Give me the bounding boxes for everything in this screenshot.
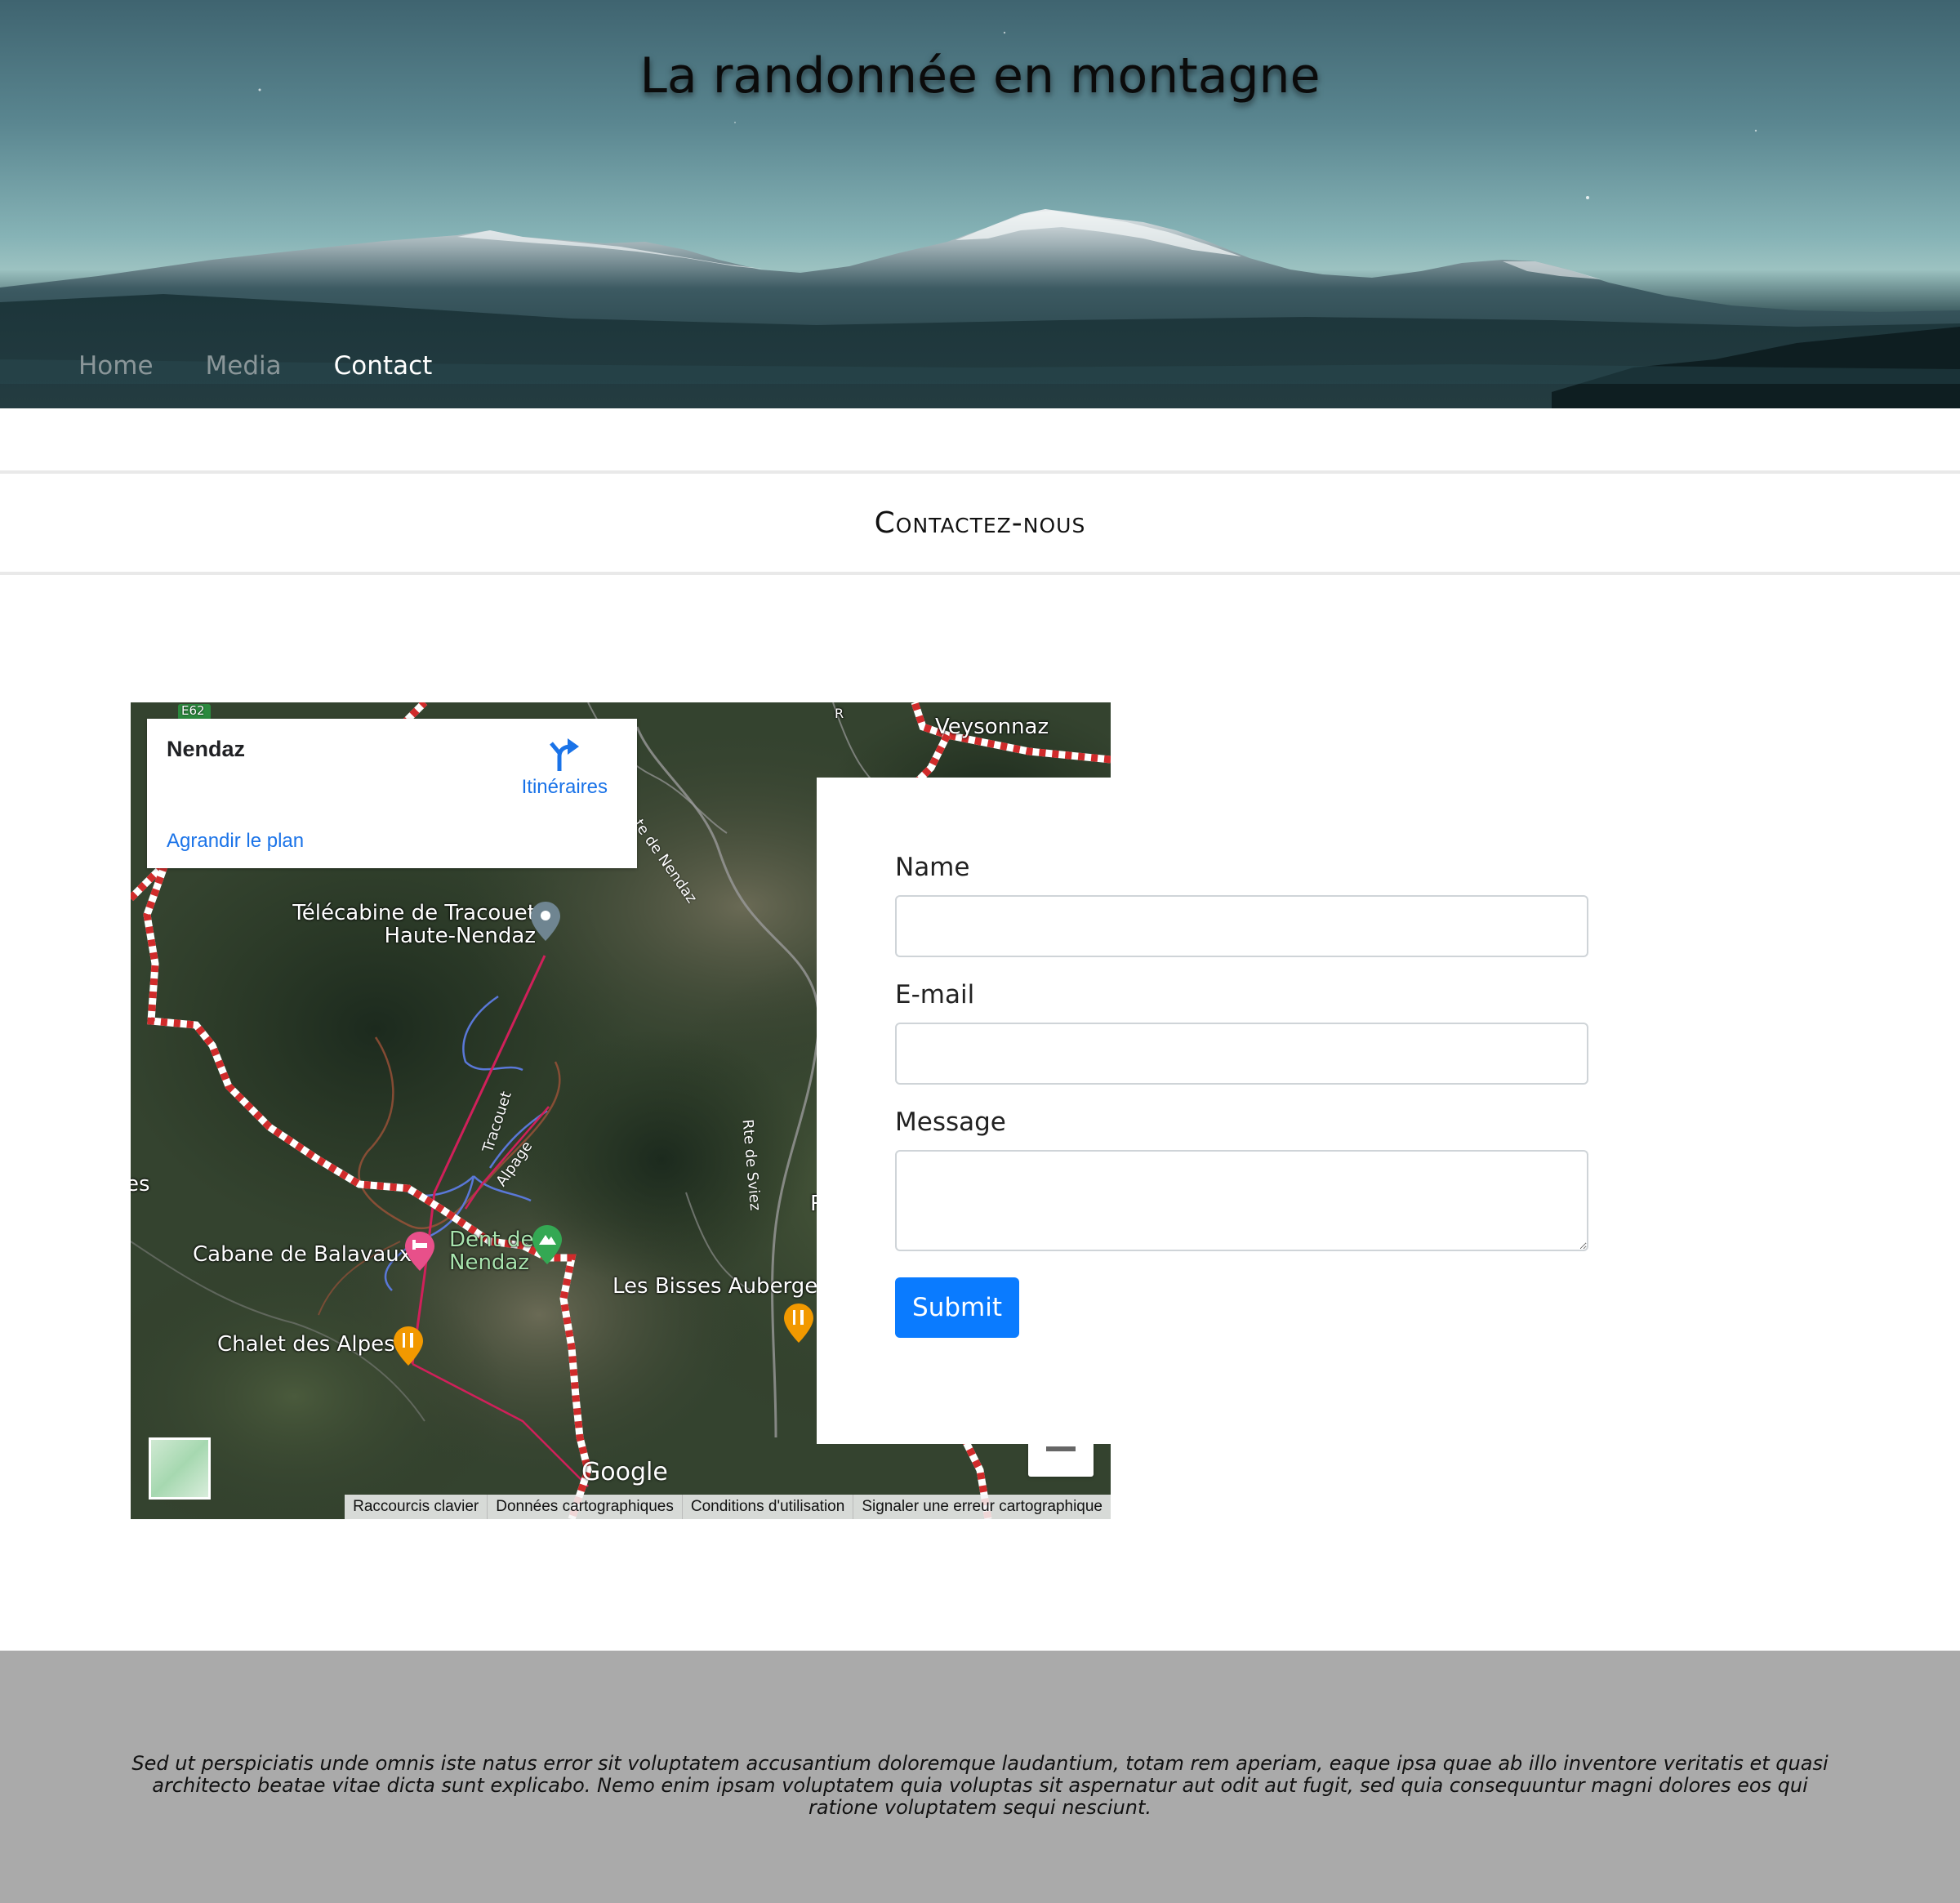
footer: Sed ut perspiciatis unde omnis iste natu… <box>0 1651 1960 1903</box>
directions-icon <box>550 738 580 771</box>
section-heading: Contactez-nous <box>874 506 1086 540</box>
location-pin-icon[interactable] <box>531 902 560 941</box>
place-telecabine: Télécabine de Tracouet Haute-Nendaz <box>286 902 536 947</box>
message-textarea[interactable] <box>895 1150 1588 1251</box>
terms-of-use-link[interactable]: Conditions d'utilisation <box>681 1495 853 1519</box>
place-bisses-auberge: Les Bisses Auberge <box>612 1274 818 1299</box>
place-dent-line1: Dent de <box>449 1228 534 1252</box>
place-cabane-balavaux: Cabane de Balavaux <box>193 1242 412 1267</box>
report-map-error-link[interactable]: Signaler une erreur cartographique <box>853 1495 1111 1519</box>
place-telecabine-line1: Télécabine de Tracouet <box>292 901 536 925</box>
keyboard-shortcuts-link[interactable]: Raccourcis clavier <box>345 1495 487 1519</box>
directions-button[interactable]: Itinéraires <box>522 737 608 799</box>
place-chalet-des-alpes: Chalet des Alpes <box>217 1332 395 1357</box>
restaurant-pin-icon[interactable] <box>784 1304 813 1343</box>
mountain-pin-icon[interactable] <box>532 1225 562 1264</box>
google-logo: Google <box>581 1458 668 1486</box>
place-veysonnaz: Veysonnaz <box>935 715 1049 739</box>
place-dent-line2: Nendaz <box>449 1250 530 1275</box>
map-layer-toggle[interactable] <box>149 1437 211 1500</box>
message-label: Message <box>895 1107 1006 1137</box>
road-label-e62: E62 <box>181 703 205 718</box>
map-info-card: Nendaz Itinéraires Agrandir le plan <box>147 719 637 868</box>
name-input[interactable] <box>895 895 1588 957</box>
nav-media[interactable]: Media <box>206 351 282 381</box>
restaurant-pin-icon[interactable] <box>394 1326 423 1366</box>
email-label: E-mail <box>895 980 975 1009</box>
place-dent-de-nendaz: Dent de Nendaz <box>449 1228 533 1274</box>
name-label: Name <box>895 853 970 882</box>
enlarge-map-link[interactable]: Agrandir le plan <box>167 830 304 853</box>
main-nav: Home Media Contact <box>78 351 432 381</box>
site-title: La randonnée en montagne <box>639 47 1321 105</box>
contact-form: Name E-mail Message Submit <box>817 778 1588 1444</box>
nav-home[interactable]: Home <box>78 351 154 381</box>
map-attribution-bar: Raccourcis clavier Données cartographiqu… <box>345 1495 1111 1519</box>
contact-heading-band: Contactez-nous <box>0 470 1960 575</box>
hero-banner: La randonnée en montagne Home Media Cont… <box>0 0 1960 408</box>
place-telecabine-line2: Haute-Nendaz <box>384 924 536 948</box>
hotel-pin-icon[interactable] <box>405 1232 434 1271</box>
place-edge-es: es <box>131 1172 150 1197</box>
submit-button[interactable]: Submit <box>895 1277 1019 1338</box>
directions-label: Itinéraires <box>521 776 608 798</box>
map-place-title: Nendaz <box>167 737 246 761</box>
nav-contact[interactable]: Contact <box>334 351 433 381</box>
email-input[interactable] <box>895 1023 1588 1085</box>
minus-icon <box>1046 1446 1076 1451</box>
footer-text: Sed ut perspiciatis unde omnis iste natu… <box>131 1752 1829 1819</box>
map-data-link[interactable]: Données cartographiques <box>487 1495 682 1519</box>
place-edge-r2: R <box>835 706 844 721</box>
